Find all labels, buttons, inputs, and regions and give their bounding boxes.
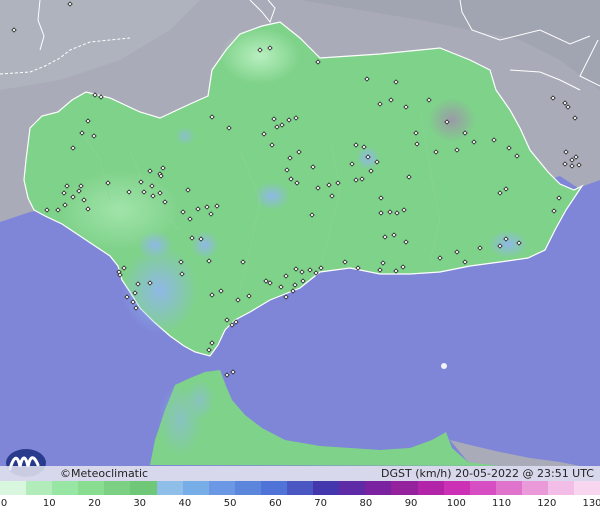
legend-swatch <box>130 481 157 495</box>
legend-tick-label: 110 <box>491 498 512 509</box>
legend-swatch <box>208 481 235 495</box>
legend-swatch <box>0 481 27 495</box>
legend-swatch <box>52 481 79 495</box>
legend-swatch <box>313 481 340 495</box>
legend-tick-label: 50 <box>223 498 237 509</box>
legend-swatch <box>521 481 548 495</box>
wind-patch-blue <box>122 246 198 334</box>
legend-swatch <box>156 481 183 495</box>
legend-swatch <box>574 481 600 495</box>
legend-swatch <box>26 481 53 495</box>
legend-swatch <box>182 481 209 495</box>
legend-tick-label: 80 <box>359 498 373 509</box>
wind-patch-light <box>220 28 300 84</box>
legend-swatch <box>78 481 105 495</box>
legend-ticks: 0 10 20 30 40 50 60 70 80 90 100 110 120 130 <box>0 498 600 512</box>
legend-swatch <box>365 481 392 495</box>
map-footer: ©Meteoclimatic DGST (km/h) 20-05-2022 @ … <box>0 466 600 481</box>
small-island <box>441 363 447 369</box>
wind-patch-blue <box>175 127 195 145</box>
legend-color-bar <box>0 481 600 495</box>
legend-swatch <box>417 481 444 495</box>
credit-text: ©Meteoclimatic <box>60 467 149 480</box>
legend-tick-label: 100 <box>446 498 466 509</box>
legend-swatch <box>234 481 261 495</box>
wind-gust-map <box>0 0 600 517</box>
legend-swatch <box>339 481 366 495</box>
wind-patch-blue <box>254 182 290 210</box>
wind-patch-blue <box>137 231 173 259</box>
wind-patch-blue <box>488 230 528 258</box>
legend-swatch <box>547 481 575 495</box>
map-title: DGST (km/h) 20-05-2022 @ 23:51 UTC <box>381 467 594 480</box>
legend-tick-label: 130 <box>582 498 600 509</box>
legend-swatch <box>287 481 314 495</box>
legend-tick-label: 0 <box>0 498 8 509</box>
legend-swatch <box>260 481 288 495</box>
legend-swatch <box>469 481 496 495</box>
legend-tick-label: 20 <box>88 498 101 509</box>
color-legend: 0 10 20 30 40 50 60 70 80 90 100 110 120 130 <box>0 481 600 517</box>
wind-patch-blue <box>191 231 219 259</box>
legend-tick-label: 120 <box>537 498 557 509</box>
wind-patch-blue <box>186 380 214 420</box>
legend-tick-label: 30 <box>133 498 147 509</box>
legend-swatch <box>104 481 131 495</box>
legend-swatch <box>495 481 522 495</box>
legend-tick-label: 60 <box>269 498 282 509</box>
legend-tick-label: 70 <box>314 498 327 509</box>
legend-swatch <box>391 481 418 495</box>
legend-tick-label: 10 <box>42 498 56 509</box>
legend-swatch <box>443 481 470 495</box>
legend-tick-label: 40 <box>178 498 192 509</box>
wind-patch-gray <box>428 98 476 142</box>
legend-tick-label: 90 <box>404 498 418 509</box>
